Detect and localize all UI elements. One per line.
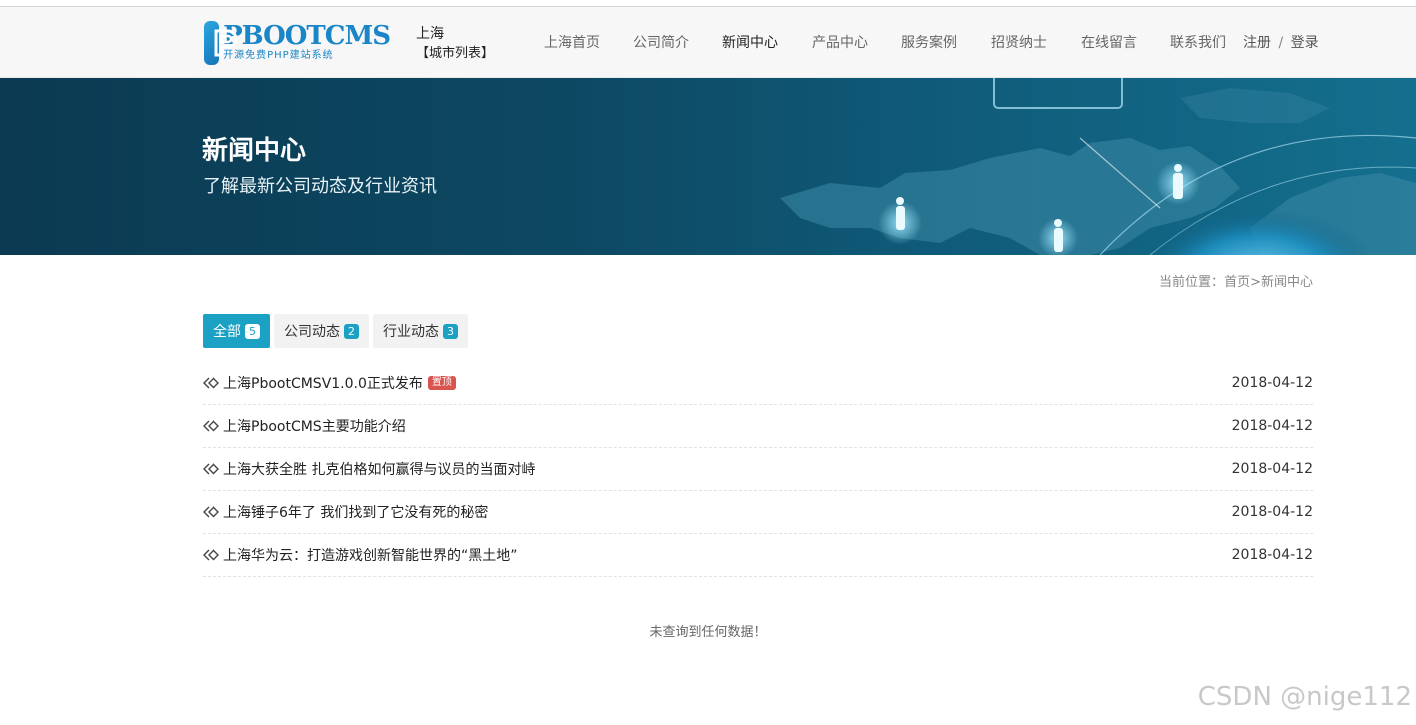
tab-industry-news[interactable]: 行业动态 3 — [373, 314, 468, 348]
tab-count-badge: 2 — [344, 323, 359, 339]
news-row[interactable]: 上海锤子6年了 我们找到了它没有死的秘密 2018-04-12 — [203, 491, 1313, 534]
tab-count-badge: 3 — [443, 323, 458, 339]
empty-result-message: 未查询到任何数据！ — [649, 625, 767, 640]
news-row[interactable]: 上海大获全胜 扎克伯格如何赢得与议员的当面对峙 2018-04-12 — [203, 448, 1313, 491]
nav-item-cases[interactable]: 服务案例 — [901, 32, 957, 54]
nav-item-products[interactable]: 产品中心 — [812, 32, 868, 54]
double-chevron-icon — [203, 506, 219, 518]
news-title[interactable]: 上海大获全胜 扎克伯格如何赢得与议员的当面对峙 — [223, 459, 535, 479]
news-title[interactable]: 上海PbootCMS主要功能介绍 — [223, 416, 406, 436]
breadcrumb-current-link[interactable]: 新闻中心 — [1261, 275, 1313, 290]
news-date: 2018-04-12 — [1231, 461, 1313, 477]
news-title[interactable]: 上海PbootCMSV1.0.0正式发布 — [223, 373, 423, 393]
banner-title: 新闻中心 — [202, 136, 307, 166]
double-chevron-icon — [203, 463, 219, 475]
nav-item-news[interactable]: 新闻中心 — [722, 32, 778, 54]
tab-label: 公司动态 — [284, 324, 340, 340]
tab-company-news[interactable]: 公司动态 2 — [274, 314, 369, 348]
news-date: 2018-04-12 — [1231, 547, 1313, 563]
csdn-watermark: CSDN @nige112 — [1197, 682, 1412, 712]
auth-separator: / — [1278, 35, 1284, 51]
category-tabs: 全部 5 公司动态 2 行业动态 3 — [203, 314, 468, 348]
main-nav: 上海首页 公司简介 新闻中心 产品中心 服务案例 招贤纳士 在线留言 联系我们 — [0, 32, 1416, 56]
tab-count-badge: 5 — [245, 323, 260, 339]
tab-label: 全部 — [213, 324, 241, 340]
nav-item-about[interactable]: 公司简介 — [633, 32, 689, 54]
news-date: 2018-04-12 — [1231, 418, 1313, 434]
news-list: 上海PbootCMSV1.0.0正式发布 置顶 2018-04-12 上海Pbo… — [203, 362, 1313, 577]
tab-all[interactable]: 全部 5 — [203, 314, 270, 348]
news-row[interactable]: 上海华为云：打造游戏创新智能世界的“黑土地” 2018-04-12 — [203, 534, 1313, 577]
news-row[interactable]: 上海PbootCMSV1.0.0正式发布 置顶 2018-04-12 — [203, 362, 1313, 405]
pinned-badge: 置顶 — [427, 376, 456, 390]
site-header: PBOOTCMS 开源免费PHP建站系统 上海 【城市列表】 上海首页 公司简介… — [0, 7, 1416, 78]
news-date: 2018-04-12 — [1231, 375, 1313, 391]
nav-item-jobs[interactable]: 招贤纳士 — [991, 32, 1047, 54]
nav-item-message[interactable]: 在线留言 — [1081, 32, 1137, 54]
register-link[interactable]: 注册 — [1243, 35, 1271, 51]
breadcrumb-home-link[interactable]: 首页 — [1224, 275, 1250, 290]
news-title[interactable]: 上海华为云：打造游戏创新智能世界的“黑土地” — [223, 545, 518, 565]
login-link[interactable]: 登录 — [1291, 35, 1319, 51]
double-chevron-icon — [203, 549, 219, 561]
nav-item-home[interactable]: 上海首页 — [544, 32, 600, 54]
news-date: 2018-04-12 — [1231, 504, 1313, 520]
breadcrumb-separator: > — [1250, 275, 1261, 290]
page-banner: 新闻中心 了解最新公司动态及行业资讯 — [0, 78, 1416, 255]
nav-item-contact[interactable]: 联系我们 — [1170, 32, 1226, 54]
double-chevron-icon — [203, 377, 219, 389]
breadcrumb: 当前位置：首页>新闻中心 — [1159, 274, 1313, 292]
banner-subtitle: 了解最新公司动态及行业资讯 — [203, 176, 437, 197]
news-row[interactable]: 上海PbootCMS主要功能介绍 2018-04-12 — [203, 405, 1313, 448]
double-chevron-icon — [203, 420, 219, 432]
auth-links: 注册 / 登录 — [1243, 32, 1319, 54]
tab-label: 行业动态 — [383, 324, 439, 340]
news-title[interactable]: 上海锤子6年了 我们找到了它没有死的秘密 — [223, 502, 488, 522]
breadcrumb-prefix: 当前位置： — [1159, 275, 1225, 290]
